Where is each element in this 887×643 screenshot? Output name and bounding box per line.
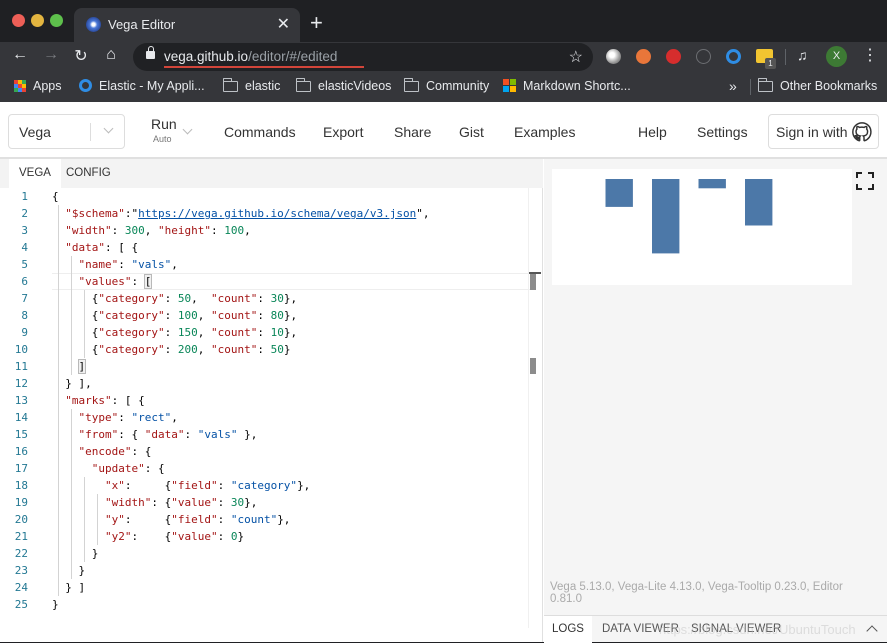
folder-icon (757, 78, 773, 92)
profile-avatar[interactable]: X (826, 46, 847, 67)
run-mode-label: Auto (153, 134, 172, 144)
app-header: Vega Run Auto Commands Export Share Gist… (0, 102, 887, 159)
url-annotation-underline (164, 66, 364, 68)
bar-mark (652, 179, 680, 254)
tab-signal-viewer[interactable]: SIGNAL VIEWER (683, 616, 789, 643)
code-editor[interactable]: 1{ 2 "$schema":"https://vega.github.io/s… (0, 188, 543, 642)
tab-title: Vega Editor (108, 17, 176, 32)
schema-link[interactable]: https://vega.github.io/schema/vega/v3.js… (138, 207, 416, 220)
microsoft-icon (503, 79, 516, 92)
extension-badge: 1 (765, 58, 776, 69)
help-button[interactable]: Help (638, 124, 667, 140)
bookmark-star-icon[interactable]: ☆ (569, 47, 583, 67)
bar-chart (605, 179, 773, 254)
sign-in-github-button[interactable]: Sign in with (768, 114, 879, 149)
extension-lens-icon[interactable] (606, 49, 621, 64)
gist-button[interactable]: Gist (459, 124, 484, 140)
scrollbar-marker (530, 358, 536, 374)
media-control-icon[interactable]: ♫ (797, 47, 808, 63)
extension-info-icon[interactable] (696, 49, 711, 64)
bookmark-folder-community[interactable]: Community (403, 78, 489, 93)
tab-data-viewer[interactable]: DATA VIEWER (594, 616, 687, 643)
debug-tabs: LOGS DATA VIEWER SIGNAL VIEWER https://b… (544, 615, 887, 643)
fullscreen-icon[interactable] (855, 171, 875, 191)
export-button[interactable]: Export (323, 124, 363, 140)
scrollbar-thumb[interactable] (530, 274, 536, 290)
forward-button[interactable]: → (40, 46, 62, 64)
maximize-window-button[interactable] (50, 14, 63, 27)
bar-mark (698, 179, 726, 189)
browser-titlebar: Vega Editor ✕ + (0, 0, 887, 42)
run-label: Run (151, 116, 177, 132)
vega-editor-app: Vega Run Auto Commands Export Share Gist… (0, 102, 887, 643)
bookmark-folder-elastic[interactable]: elastic (222, 78, 280, 93)
extension-stop-hand-icon[interactable] (666, 49, 681, 64)
run-button[interactable]: Run Auto (151, 116, 177, 144)
version-info: Vega 5.13.0, Vega-Lite 4.13.0, Vega-Tool… (550, 581, 843, 605)
bar-mark (745, 179, 773, 226)
github-icon (852, 122, 872, 142)
select-divider (90, 123, 91, 141)
examples-button[interactable]: Examples (514, 124, 575, 140)
back-button[interactable]: ← (9, 46, 31, 64)
reload-button[interactable]: ↻ (70, 46, 92, 66)
mode-select[interactable]: Vega (8, 114, 125, 149)
bookmark-apps[interactable]: Apps (14, 79, 62, 93)
bookmark-elastic-app[interactable]: Elastic - My Appli... (79, 79, 205, 93)
editor-pane: VEGA CONFIG 1{ 2 "$schema":"https://vega… (0, 159, 543, 642)
tab-vega[interactable]: VEGA (9, 159, 61, 188)
address-bar[interactable]: vega.github.io/editor/#/edited ☆ (133, 43, 593, 71)
more-bookmarks-button[interactable]: » (729, 78, 737, 94)
close-window-button[interactable] (12, 14, 25, 27)
share-button[interactable]: Share (394, 124, 431, 140)
chevron-up-icon[interactable] (866, 625, 878, 637)
browser-toolbar: ← → ↻ ⌂ vega.github.io/editor/#/edited ☆… (0, 42, 887, 88)
bookmarks-divider (750, 79, 751, 95)
bookmark-markdown-shortcuts[interactable]: Markdown Shortc... (503, 79, 631, 93)
other-bookmarks-folder[interactable]: Other Bookmarks (757, 78, 877, 93)
settings-button[interactable]: Settings (697, 124, 748, 140)
ring-icon (79, 79, 92, 92)
editor-tabs: VEGA CONFIG (0, 159, 543, 188)
folder-icon (222, 78, 238, 92)
mode-select-value: Vega (19, 124, 51, 140)
folder-icon (295, 78, 311, 92)
tab-logs[interactable]: LOGS (544, 616, 592, 643)
close-tab-icon[interactable]: ✕ (277, 14, 290, 34)
extension-orange-icon[interactable] (636, 49, 651, 64)
preview-pane: Vega 5.13.0, Vega-Lite 4.13.0, Vega-Tool… (544, 159, 887, 643)
browser-menu-icon[interactable]: ⋮ (862, 45, 878, 65)
bookmark-folder-elasticvideos[interactable]: elasticVideos (295, 78, 391, 93)
folder-icon (403, 78, 419, 92)
minimize-window-button[interactable] (31, 14, 44, 27)
visualization-canvas[interactable] (552, 169, 852, 285)
editor-scrollbar[interactable] (528, 188, 542, 628)
lock-icon (146, 46, 155, 59)
commands-button[interactable]: Commands (224, 124, 296, 140)
vega-favicon-icon (86, 17, 101, 32)
tab-config[interactable]: CONFIG (56, 159, 121, 188)
browser-tab-vega-editor[interactable]: Vega Editor ✕ (74, 8, 300, 42)
new-tab-button[interactable]: + (310, 10, 323, 36)
bookmarks-bar: Apps Elastic - My Appli... elastic elast… (0, 72, 887, 102)
bar-mark (605, 179, 633, 207)
url-text[interactable]: vega.github.io/editor/#/edited (164, 49, 337, 64)
home-button[interactable]: ⌂ (100, 46, 122, 64)
apps-grid-icon (14, 80, 26, 92)
sign-in-label: Sign in with (776, 124, 848, 140)
toolbar-divider (785, 49, 786, 65)
run-options-chevron-icon[interactable] (182, 124, 193, 135)
chevron-down-icon (103, 123, 114, 134)
extension-blue-ring-icon[interactable] (726, 49, 741, 64)
